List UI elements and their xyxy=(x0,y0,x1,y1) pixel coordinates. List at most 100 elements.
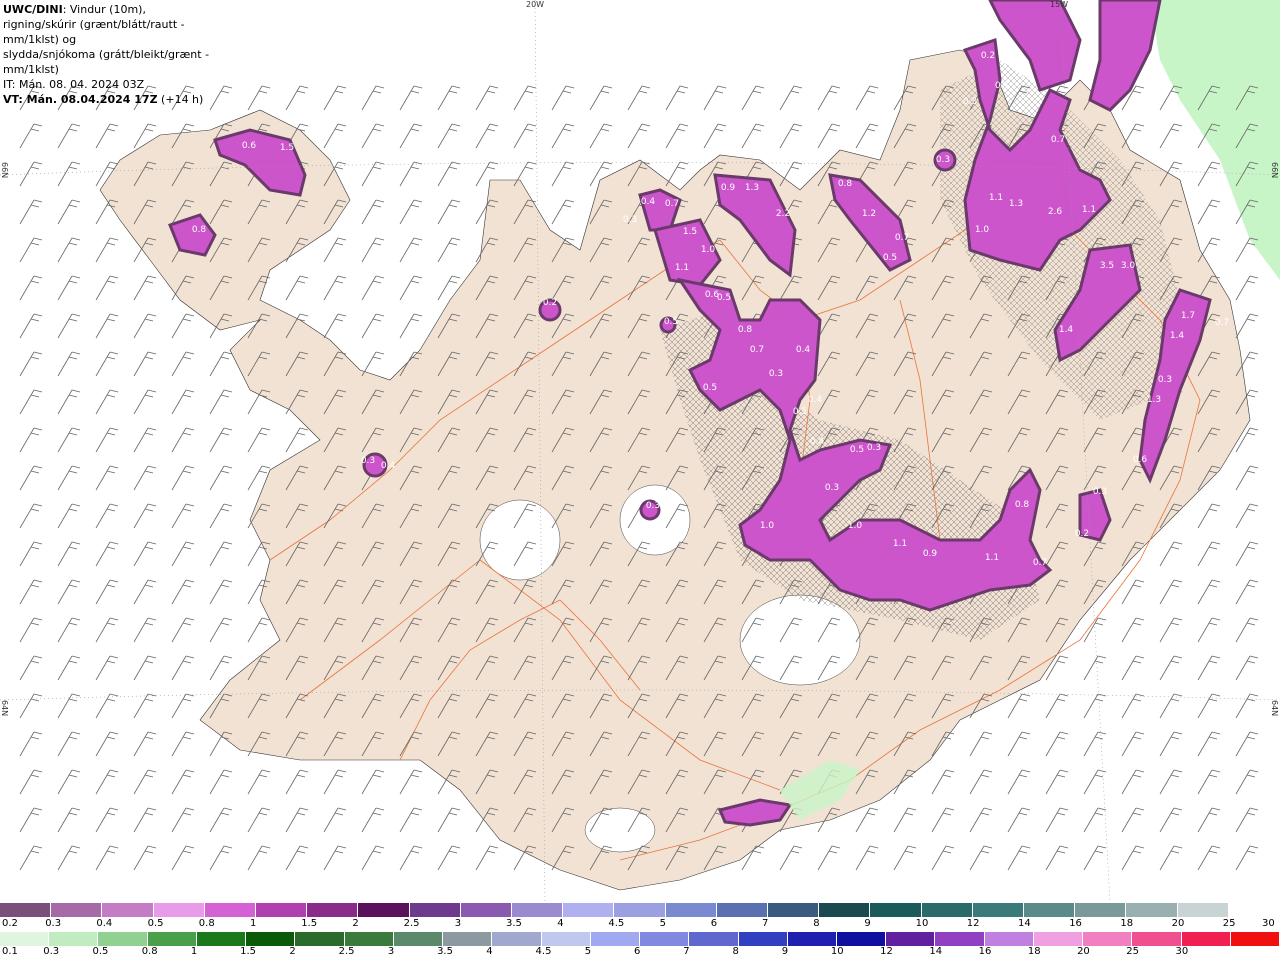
precip-value-label: 0.4 xyxy=(810,437,825,447)
legend-rain-labels: 0.1 0.3 0.5 0.8 1 1.5 2 2.5 3 3.5 4 4.5 5 6 7 8 9 10 12 14 1… xyxy=(0,946,1280,960)
legend-label: 4 xyxy=(486,946,493,957)
precip-value-label: 0.4 xyxy=(381,461,396,471)
legend-label: 0.2 xyxy=(2,918,18,929)
precip-value-label: 0.4 xyxy=(808,395,823,405)
legend-label: 1.5 xyxy=(301,918,318,929)
legend-swatch xyxy=(836,932,887,946)
legend-label: 2.5 xyxy=(403,918,420,929)
precip-value-label: 0.3 xyxy=(1093,487,1107,497)
precip-value-label: 1.5 xyxy=(280,143,294,153)
legend-label: 3.5 xyxy=(506,918,522,929)
legend-swatch xyxy=(984,932,1034,946)
legend-label: 5 xyxy=(584,946,592,957)
legend-label: 9 xyxy=(864,918,871,929)
legend-swatch xyxy=(738,932,788,946)
precip-value-label: 2.2 xyxy=(776,209,790,219)
grid-label-66n-left: 66N xyxy=(0,162,9,179)
legend-swatch xyxy=(0,903,52,917)
legend-label: 16 xyxy=(1069,918,1082,929)
grid-label-64n-right: 64N xyxy=(1270,700,1279,717)
precip-value-label: 0.7 xyxy=(1051,135,1065,145)
legend-swatch xyxy=(358,903,410,917)
issue-time: IT: Mán. 08. 04. 2024 03Z xyxy=(3,78,145,91)
legend-swatch xyxy=(204,903,257,917)
legend-label: 25 xyxy=(1126,946,1140,957)
precip-value-label: 0.8 xyxy=(738,325,753,335)
legend-label: 3 xyxy=(387,946,395,957)
precip-value-label: 0.6 xyxy=(1133,455,1148,465)
legend-label: 0.8 xyxy=(141,946,158,957)
precip-value-label: 0.5 xyxy=(717,293,731,303)
legend-label: 0.5 xyxy=(147,918,164,929)
legend-label: 4.5 xyxy=(535,946,552,957)
precip-value-label: 0.6 xyxy=(242,141,257,151)
legend-label: 0.3 xyxy=(45,918,62,929)
precip-value-label: 1.1 xyxy=(675,263,689,273)
legend-swatch xyxy=(819,903,871,917)
weather-map: 0.6 1.5 0.8 0.3 0.4 0.7 1.5 1.1 1.0 0.9 1.3 2.2 0.8 1… xyxy=(0,0,1280,902)
precip-value-label: 1.1 xyxy=(893,539,907,549)
precip-value-label: 0.5 xyxy=(664,317,678,327)
legend-label: 9 xyxy=(781,946,789,957)
precip-value-label: 0.9 xyxy=(923,549,938,559)
precip-value-label: 1.4 xyxy=(1170,331,1185,341)
legend-swatch xyxy=(614,903,666,917)
legend-label: 18 xyxy=(1120,918,1134,929)
precip-value-label: 0.5 xyxy=(850,445,864,455)
precip-value-label: 0.3 xyxy=(1158,375,1172,385)
precip-value-label: 0.8 xyxy=(1015,500,1030,510)
legend-label: 0.3 xyxy=(43,946,60,957)
precip-value-label: 0.5 xyxy=(703,383,717,393)
legend-label: 25 xyxy=(1222,918,1236,929)
legend-label: 0.1 xyxy=(2,946,18,957)
precip-value-label: 0.3 xyxy=(825,483,839,493)
legend-label: 14 xyxy=(929,946,943,957)
legend-label: 0.5 xyxy=(92,946,109,957)
legend-swatch xyxy=(256,903,308,917)
glacier-langjokull xyxy=(479,499,561,581)
info-line3: slydda/snjókoma (grátt/bleikt/grænt - mm… xyxy=(3,48,210,76)
legend-label: 20 xyxy=(1171,918,1185,929)
legend-swatch xyxy=(1024,903,1076,917)
legend-label: 12 xyxy=(880,946,893,957)
legend-swatch xyxy=(1126,903,1178,917)
grid-label-20w: 20W xyxy=(526,0,545,9)
legend-swatch xyxy=(563,903,615,917)
legend-label: 16 xyxy=(978,946,992,957)
legend-swatch xyxy=(1230,932,1280,946)
legend-label: 10 xyxy=(915,918,929,929)
legend-swatch xyxy=(541,932,591,946)
precip-value-label: 1.0 xyxy=(975,225,990,235)
info-line2: rigning/skúrir (grænt/blátt/rautt - mm/1… xyxy=(3,18,185,46)
legend-label: 20 xyxy=(1077,946,1090,957)
legend-swatch xyxy=(1083,932,1133,946)
legend-swatch xyxy=(1181,932,1231,946)
legend-swatch xyxy=(716,903,769,917)
legend-swatch xyxy=(147,932,197,946)
legend-label: 3.5 xyxy=(437,946,453,957)
legend-swatch xyxy=(768,903,820,917)
legend-swatch xyxy=(1177,903,1229,917)
legend-swatch xyxy=(246,932,296,946)
precip-value-label: 1.7 xyxy=(1181,311,1195,321)
legend-swatch xyxy=(0,932,50,946)
precip-value-label: 1.2 xyxy=(862,209,876,219)
precip-value-label: 1.0 xyxy=(760,521,775,531)
precip-value-label: 1.3 xyxy=(1009,199,1023,209)
precip-value-label: 1.4 xyxy=(1059,325,1074,335)
precip-value-label: 3.0 xyxy=(1121,261,1136,271)
legend-label: 8 xyxy=(813,918,820,929)
precip-value-label: 0.5 xyxy=(883,253,897,263)
legend-label: 6 xyxy=(634,946,641,957)
legend-label: 18 xyxy=(1027,946,1041,957)
info-line1: : Vindur (10m), xyxy=(62,3,146,16)
precip-value-label: 0.3 xyxy=(646,501,660,511)
grid-label-15w: 15W xyxy=(1050,0,1069,9)
precip-value-label: 1.1 xyxy=(1082,205,1096,215)
legend-swatch xyxy=(492,932,542,946)
glacier-vatnajokull xyxy=(739,594,861,686)
legend-label: 2.5 xyxy=(338,946,355,957)
legend-label: 7 xyxy=(683,946,690,957)
legend-label: 30 xyxy=(1262,918,1275,929)
legend-swatch xyxy=(443,932,493,946)
